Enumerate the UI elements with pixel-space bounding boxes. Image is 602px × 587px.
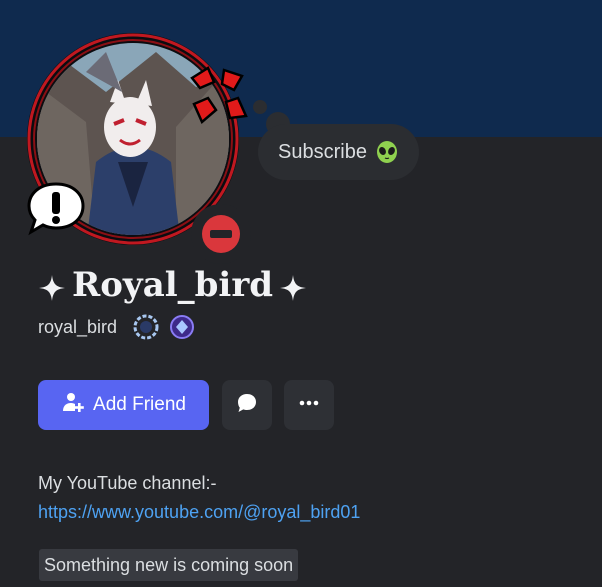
do-not-disturb-status-icon (191, 204, 251, 264)
alien-face-icon (375, 140, 399, 164)
more-dots-icon (297, 391, 321, 420)
about-highlight: Something new is coming soon (39, 549, 299, 581)
add-friend-label: Add Friend (93, 394, 186, 415)
display-name-text: Royal_bird (72, 265, 274, 305)
add-friend-icon (61, 390, 85, 420)
message-bubble-icon (235, 391, 259, 420)
custom-status-text: Subscribe (278, 140, 367, 163)
more-options-button[interactable] (284, 380, 334, 430)
custom-status[interactable]: Subscribe (258, 124, 419, 180)
add-friend-button[interactable]: Add Friend (38, 380, 209, 430)
about-me: My YouTube channel:- https://www.youtube… (38, 469, 578, 527)
username-row: royal_bird (38, 313, 195, 341)
hypesquad-balance-icon[interactable] (133, 314, 159, 340)
quest-badge-icon[interactable] (169, 314, 195, 340)
about-text: My YouTube channel:- (38, 473, 217, 493)
display-name: Royal_bird (38, 262, 307, 308)
sparkle-icon (279, 271, 307, 301)
message-button[interactable] (222, 380, 272, 430)
sparkle-icon (38, 271, 66, 301)
status-bubble-dot (253, 100, 267, 114)
anger-symbol-icon (186, 64, 252, 130)
youtube-link[interactable]: https://www.youtube.com/@royal_bird01 (38, 502, 360, 522)
username[interactable]: royal_bird (38, 317, 117, 338)
exclamation-speech-icon (25, 180, 87, 236)
